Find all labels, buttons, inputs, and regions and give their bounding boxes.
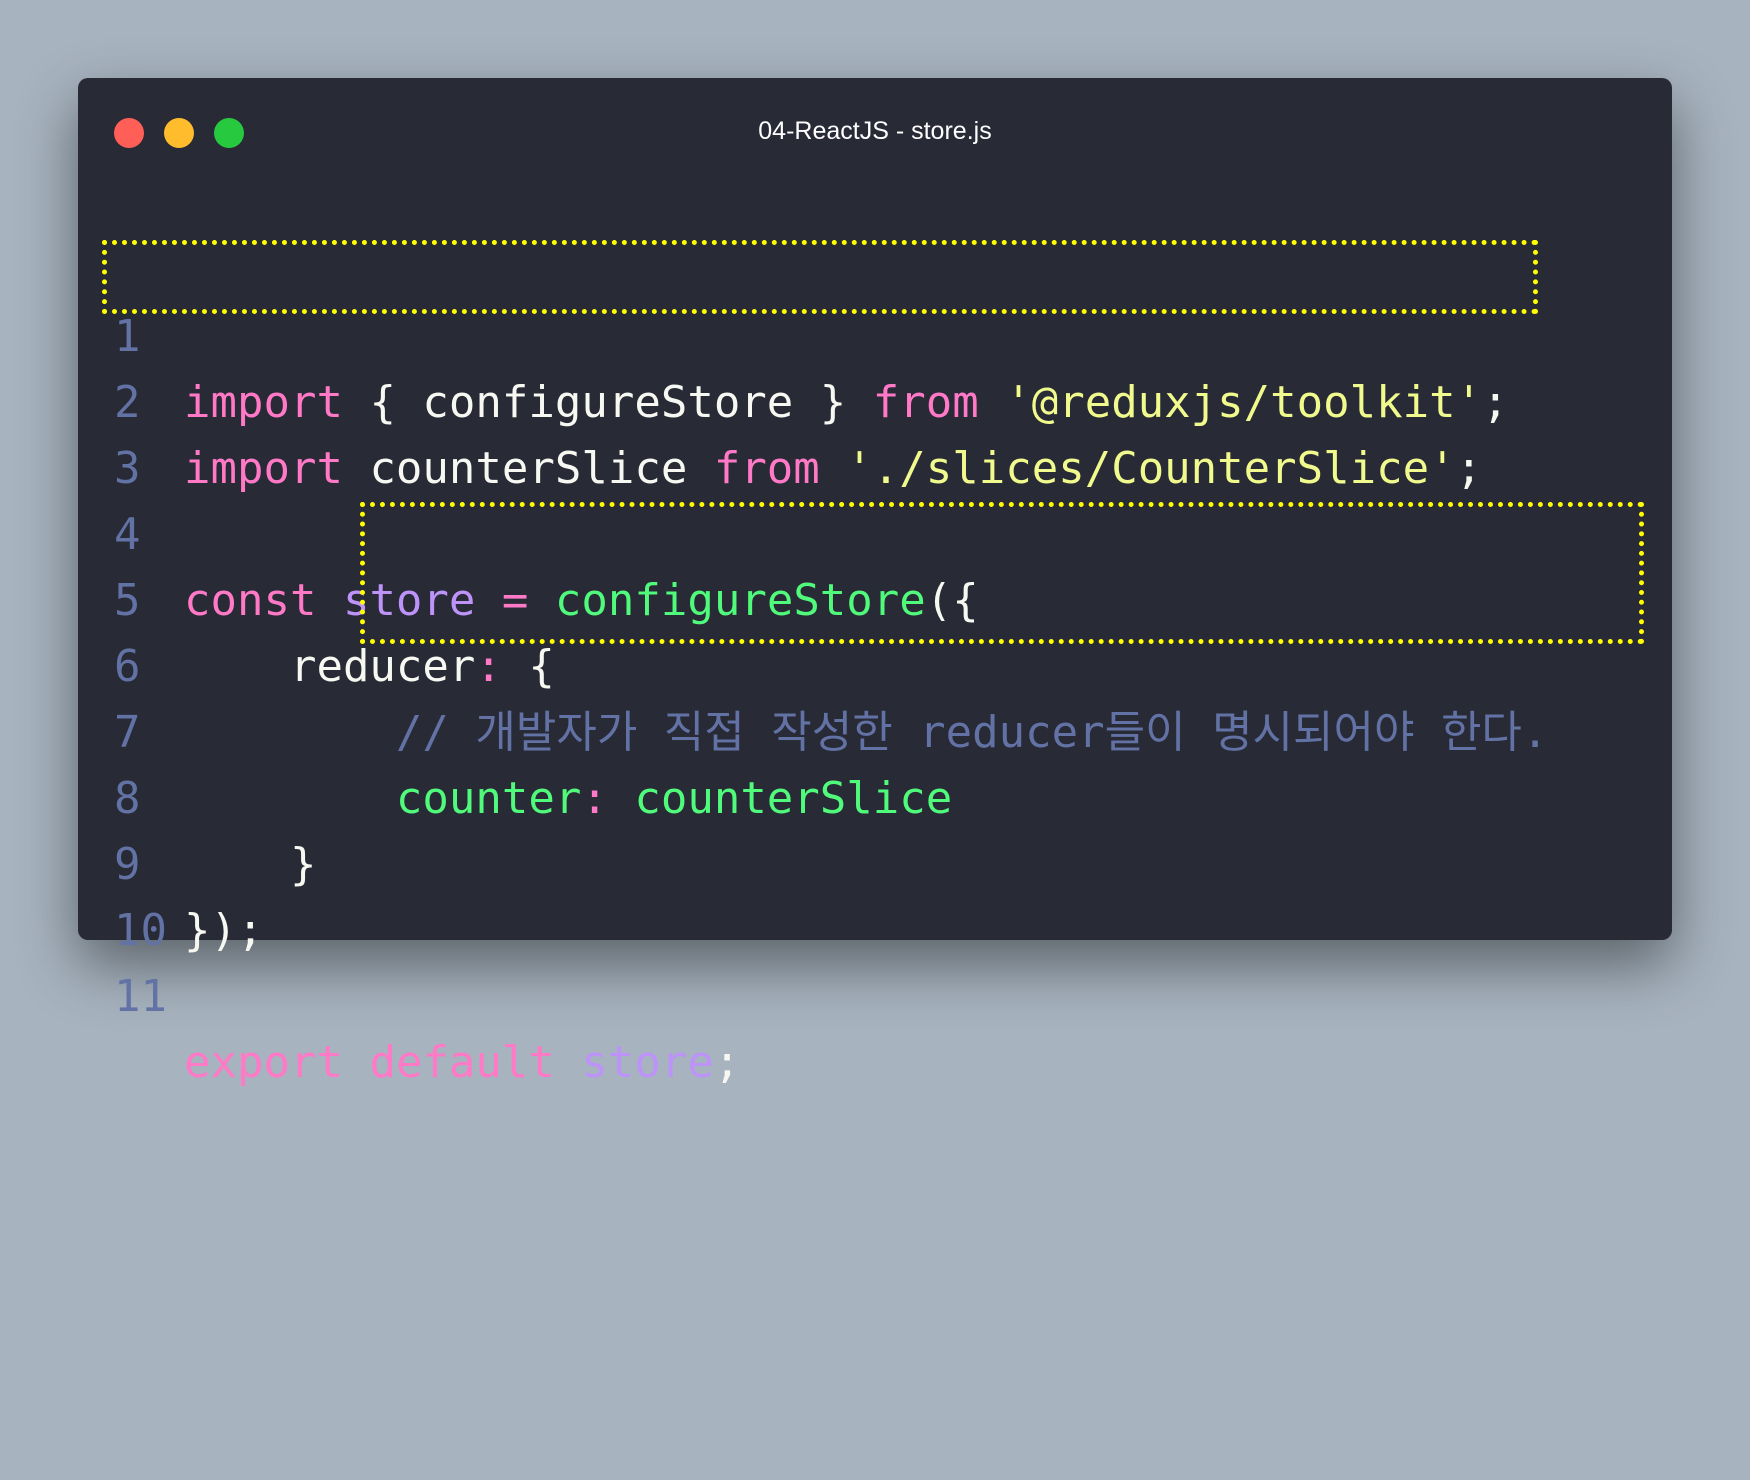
line-content: import counterSlice from './slices/Count… (184, 436, 1482, 502)
keyword: export (184, 1037, 343, 1088)
window-title: 04-ReactJS - store.js (758, 117, 992, 145)
keyword: from (713, 443, 820, 494)
code-comment: // 개발자가 직접 작성한 reducer들이 명시되어야 한다. (395, 707, 1549, 758)
highlight-box-import (102, 240, 1538, 314)
code-line-3: 3 (78, 370, 237, 494)
string-literal: './slices/CounterSlice' (846, 443, 1456, 494)
code-editor: 1 import { configureStore } from '@redux… (78, 256, 1672, 1480)
code-line-8: 8 } (78, 700, 316, 890)
line-number: 11 (114, 971, 167, 1022)
code-line-6: 6 // 개발자가 직접 작성한 reducer들이 명시되어야 한다. (78, 568, 1548, 758)
code-line-9: 9 }); (78, 766, 263, 956)
colon: : (581, 773, 608, 824)
code-line-4: 4 const store = configureStore({ (78, 436, 979, 626)
line-content: counter: counterSlice (184, 766, 952, 832)
code-line-10: 10 (78, 832, 237, 956)
property-value: counterSlice (634, 773, 953, 824)
line-content: import { configureStore } from '@reduxjs… (184, 370, 1509, 436)
code-text: counterSlice (342, 443, 714, 494)
code-line-11: 11 export default store; (78, 898, 740, 1088)
code-text: ; (713, 1037, 741, 1088)
code-text: { configureStore } (342, 377, 873, 428)
line-content: // 개발자가 직접 작성한 reducer들이 명시되어야 한다. (184, 700, 1548, 766)
title-bar: 04-ReactJS - store.js (78, 78, 1672, 188)
highlight-box-reducer (360, 502, 1644, 644)
code-window: 04-ReactJS - store.js 1 import { configu… (78, 78, 1672, 1088)
code-text: ; (1482, 377, 1509, 428)
string-literal: '@reduxjs/toolkit' (1005, 377, 1483, 428)
keyword: from (872, 377, 979, 428)
keyword: default (369, 1037, 555, 1088)
code-text: ; (1455, 443, 1483, 494)
code-line-7: 7 counter: counterSlice (78, 634, 952, 824)
code-text: { (501, 641, 555, 692)
code-line-5: 5 reducer: { (78, 502, 555, 692)
variable-name: store (581, 1037, 714, 1088)
line-content: export default store; (184, 1030, 740, 1096)
colon: : (475, 641, 502, 692)
property-name: counter (395, 773, 582, 824)
